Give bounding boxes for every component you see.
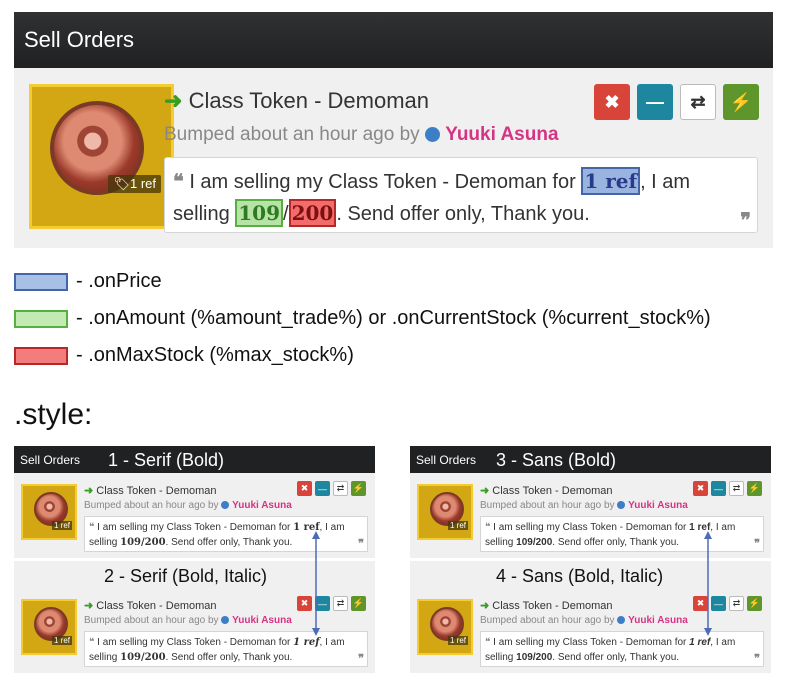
arrowhead-down-left [312, 628, 320, 636]
arrowhead-up-right [704, 531, 712, 539]
style-connector-arrows [312, 531, 712, 636]
arrowhead-up-left [312, 531, 320, 539]
arrowhead-down-right [704, 628, 712, 636]
